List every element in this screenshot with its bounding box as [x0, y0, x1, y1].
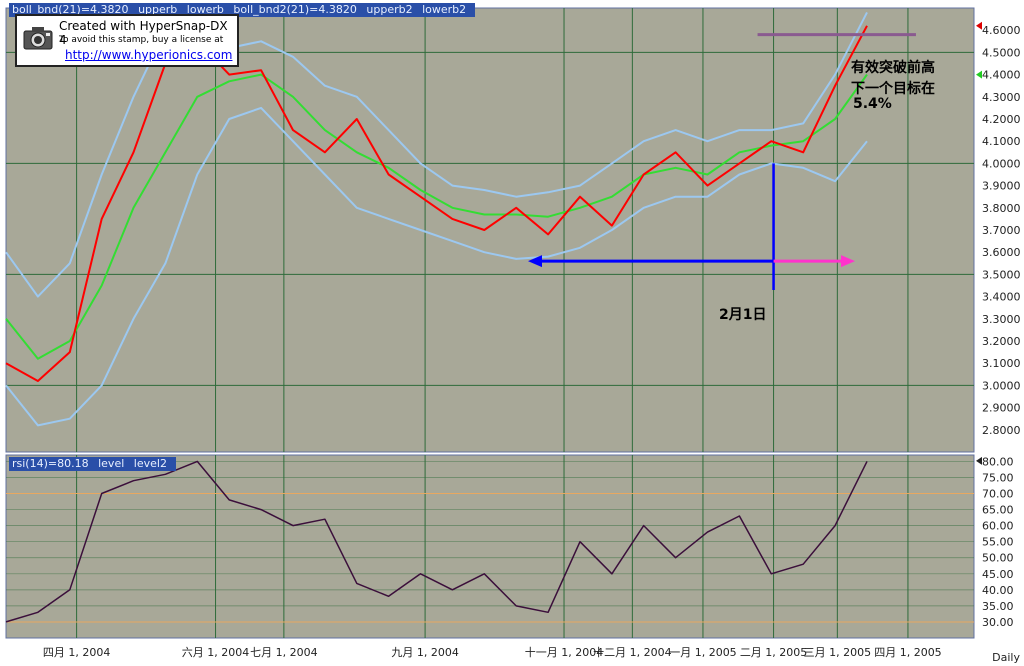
annotation-breakout-line2: 下一个目标在: [851, 81, 935, 97]
legend-item-upperb2: upperb2: [366, 3, 413, 16]
legend-item-boll2: boll_bnd2(21)=4.3820: [233, 3, 357, 16]
legend-item-level: level: [98, 457, 125, 470]
rsi-legend: rsi(14)=80.18 level level2: [9, 457, 176, 471]
annotation-breakout-pct: 5.4%: [853, 96, 892, 112]
rsi-tick-label: 30.00: [982, 616, 1014, 629]
y-tick-label: 4.3000: [982, 91, 1021, 104]
annotation-date-marker: 2月1日: [719, 307, 767, 323]
rsi-tick-label: 75.00: [982, 471, 1014, 484]
rsi-tick-label: 60.00: [982, 520, 1014, 533]
y-tick-label: 3.8000: [982, 202, 1021, 215]
y-tick-label: 3.1000: [982, 357, 1021, 370]
y-tick-label: 2.8000: [982, 424, 1021, 437]
rsi-tick-label: 50.00: [982, 552, 1014, 565]
x-tick-label: 二月 1, 2005: [740, 646, 807, 659]
stamp-link[interactable]: http://www.hyperionics.com: [65, 48, 232, 62]
y-tick-label: 3.4000: [982, 291, 1021, 304]
y-tick-label: 3.2000: [982, 335, 1021, 348]
rsi-tick-label: 65.00: [982, 504, 1014, 517]
y-tick-label: 3.9000: [982, 180, 1021, 193]
annotation-breakout-line1: 有效突破前高: [851, 60, 935, 76]
y-tick-label: 4.4000: [982, 69, 1021, 82]
rsi-tick-label: 70.00: [982, 488, 1014, 501]
rsi-tick-label: 55.00: [982, 536, 1014, 549]
rsi-tick-label: 35.00: [982, 600, 1014, 613]
rsi-tick-label: 45.00: [982, 568, 1014, 581]
y-tick-label: 3.6000: [982, 246, 1021, 259]
y-tick-label: 2.9000: [982, 402, 1021, 415]
y-tick-label: 4.1000: [982, 135, 1021, 148]
x-tick-label: 七月 1, 2004: [250, 646, 317, 659]
chart-window: 四月 1, 2004 六月 1, 2004 七月 1, 2004 九月 1, 2004…: [0, 0, 1024, 666]
stamp-subtitle: To avoid this stamp, buy a license at: [59, 35, 224, 45]
period-label: Daily: [992, 651, 1020, 664]
y-tick-label: 4.0000: [982, 157, 1021, 170]
y-tick-label: 3.5000: [982, 268, 1021, 281]
y-tick-label: 4.2000: [982, 113, 1021, 126]
legend-item-lowerb2: lowerb2: [422, 3, 467, 16]
x-tick-label: 三月 1, 2005: [804, 646, 871, 659]
x-tick-label: 九月 1, 2004: [391, 646, 458, 659]
x-tick-label: 十一月 1, 2004: [525, 645, 603, 659]
legend-item-rsi: rsi(14)=80.18: [12, 457, 89, 470]
y-tick-label: 3.3000: [982, 313, 1021, 326]
x-tick-label: 一月 1, 2005: [669, 646, 736, 659]
hypersnap-stamp: Created with HyperSnap-DX 4 To avoid thi…: [15, 14, 239, 67]
legend-item-level2: level2: [133, 457, 167, 470]
y-tick-label: 4.6000: [982, 24, 1021, 37]
y-tick-label: 3.7000: [982, 224, 1021, 237]
x-tick-label: 六月 1, 2004: [182, 646, 249, 659]
rsi-panel: [5, 454, 975, 639]
y-tick-label: 3.0000: [982, 379, 1021, 392]
x-tick-label: 四月 1, 2004: [43, 646, 110, 659]
x-tick-label: 四月 1, 2005: [874, 646, 941, 659]
rsi-tick-label: 80.00: [982, 455, 1014, 468]
x-tick-label: 十二月 1, 2004: [593, 645, 671, 659]
y-tick-label: 4.5000: [982, 46, 1021, 59]
camera-icon: [23, 27, 53, 50]
rsi-tick-label: 40.00: [982, 584, 1014, 597]
